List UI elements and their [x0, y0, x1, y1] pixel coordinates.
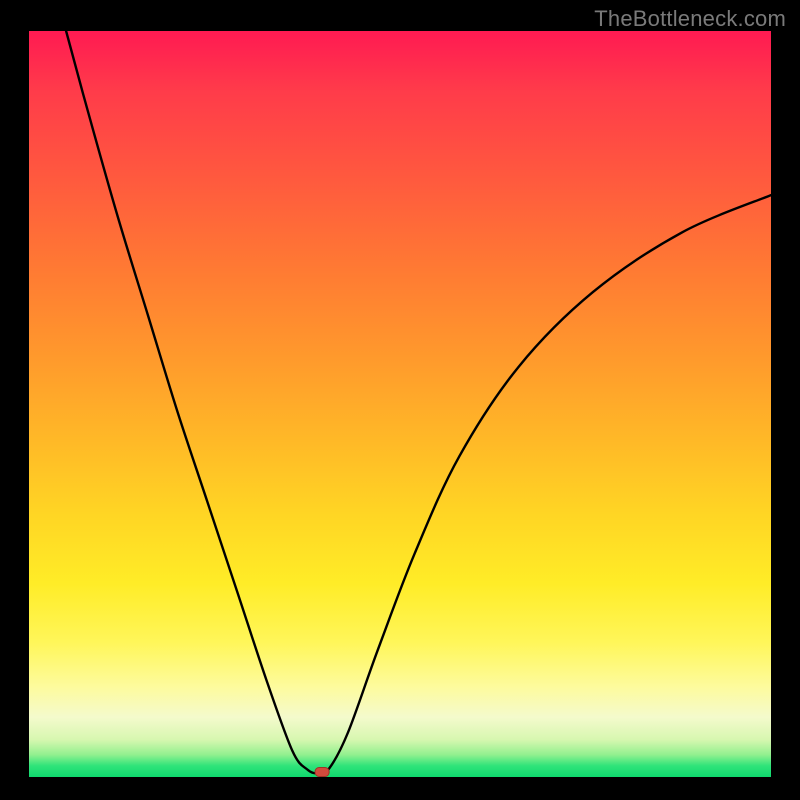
- bottleneck-curve-svg: [29, 31, 771, 777]
- watermark-text: TheBottleneck.com: [594, 6, 786, 32]
- bottleneck-curve-path: [66, 31, 771, 773]
- minimum-marker: [315, 768, 329, 777]
- chart-canvas: TheBottleneck.com: [0, 0, 800, 800]
